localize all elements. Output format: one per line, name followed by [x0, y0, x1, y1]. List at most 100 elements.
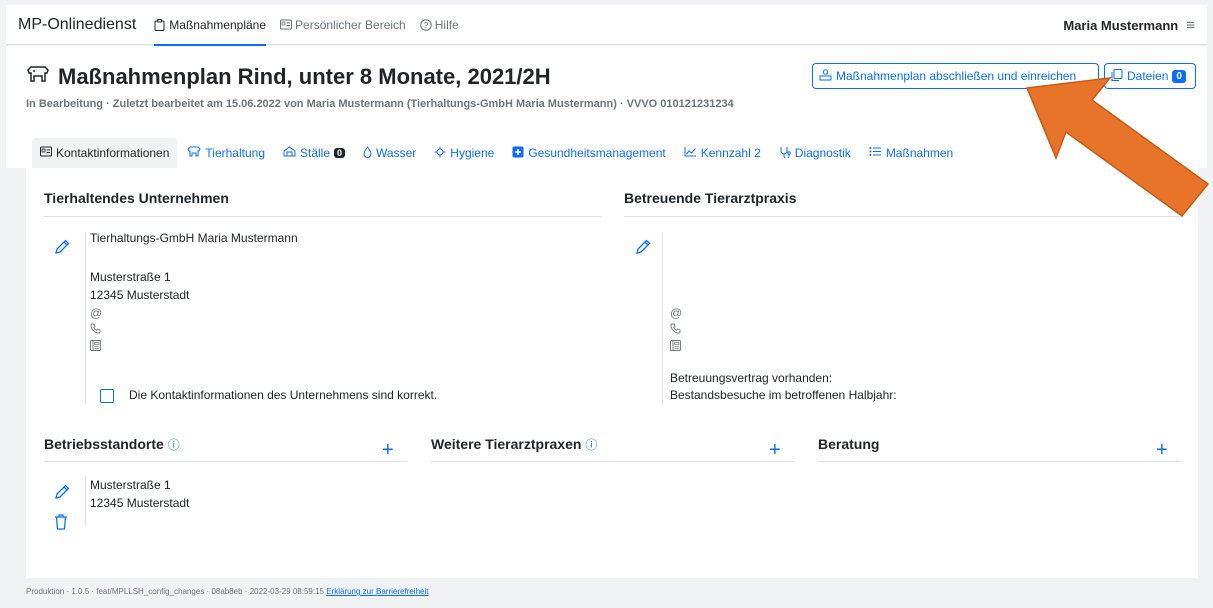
tab-gesundheitsmanagement[interactable]: Gesundheitsmanagement — [504, 138, 673, 168]
divider — [431, 461, 794, 462]
edit-site-icon[interactable] — [53, 483, 71, 501]
company-street: Musterstraße 1 — [90, 270, 171, 284]
nav-item-label: Maßnahmenpläne — [169, 17, 267, 32]
menu-icon[interactable]: ≡ — [1186, 17, 1195, 34]
vet-contract-label: Betreuungsvertrag vorhanden: — [670, 371, 833, 385]
tab-label: Wasser — [376, 146, 417, 160]
nav-item-label: Persönlicher Bereich — [295, 17, 406, 32]
tab-label: Hygiene — [450, 146, 495, 160]
other-vets-section-title: Weitere Tierarztpraxen ⓘ — [431, 436, 597, 453]
fax-icon — [670, 340, 681, 354]
section-tabs: Kontaktinformationen Tierhaltung Ställe … — [6, 138, 1207, 168]
contact-card: Tierhaltendes Unternehmen Tierhaltungs-G… — [26, 168, 1198, 578]
tab-tierhaltung[interactable]: Tierhaltung — [179, 138, 273, 168]
add-advice-button[interactable]: + — [1156, 440, 1168, 460]
tab-label: Kontaktinformationen — [56, 146, 170, 160]
tab-hygiene[interactable]: Hygiene — [426, 138, 502, 168]
files-button[interactable]: Dateien 0 — [1104, 63, 1196, 89]
site-street: Musterstraße 1 — [90, 478, 171, 492]
user-name: Maria Mustermann — [1063, 17, 1179, 33]
page-title: Maßnahmenplan Rind, unter 8 Monate, 2021… — [26, 64, 551, 90]
id-card-icon — [280, 19, 293, 31]
divider — [44, 461, 407, 462]
info-icon[interactable]: ⓘ — [168, 438, 180, 452]
tab-label: Ställe — [300, 146, 331, 160]
company-section-title: Tierhaltendes Unternehmen — [44, 190, 229, 206]
brand-name[interactable]: MP-Onlinedienst — [18, 16, 136, 34]
tab-label: Diagnostik — [794, 146, 851, 160]
tab-label: Kennzahl 2 — [700, 146, 761, 160]
delete-site-icon[interactable] — [53, 513, 71, 531]
page-subtitle: In Bearbeitung · Zuletzt bearbeitet am 1… — [26, 98, 734, 110]
edit-vet-icon[interactable] — [634, 238, 652, 256]
files-label: Dateien — [1127, 69, 1169, 83]
tab-massnahmen[interactable]: Maßnahmen — [861, 138, 961, 168]
submit-label: Maßnahmenplan abschließen und einreichen — [836, 69, 1077, 83]
user-menu[interactable]: Maria Mustermann ≡ — [1063, 5, 1195, 45]
tab-kennzahl-2[interactable]: Kennzahl 2 — [676, 138, 769, 168]
tab-label: Gesundheitsmanagement — [528, 146, 666, 160]
sites-title-text: Betriebsstandorte — [44, 436, 164, 452]
advice-section-title: Beratung — [818, 436, 880, 452]
page-footer: Produktion · 1.0.5 · feat/MPLLSH_config_… — [26, 587, 428, 596]
edit-company-icon[interactable] — [53, 238, 71, 256]
fax-icon — [90, 340, 101, 354]
sites-section-title: Betriebsstandorte ⓘ — [44, 436, 180, 453]
divider — [85, 232, 86, 404]
virus-icon — [434, 146, 446, 161]
page-header: Maßnahmenplan Rind, unter 8 Monate, 2021… — [6, 46, 1207, 138]
staelle-count-badge: 0 — [334, 148, 346, 158]
nav-item-label: Hilfe — [434, 17, 459, 32]
droplet-icon — [363, 145, 372, 161]
divider — [44, 216, 601, 217]
files-count-badge: 0 — [1172, 69, 1186, 83]
divider — [624, 216, 1184, 217]
nav-item-persoenlicher-bereich[interactable]: Persönlicher Bereich — [280, 5, 406, 45]
help-icon: ? — [419, 18, 432, 31]
nav-item-massnahmenplaene[interactable]: Maßnahmenpläne — [154, 5, 267, 46]
accessibility-link[interactable]: Erklärung zur Barrierefreiheit — [326, 587, 428, 596]
phone-icon — [670, 323, 681, 337]
info-icon[interactable]: ⓘ — [585, 438, 597, 452]
tab-wasser[interactable]: Wasser — [355, 138, 424, 168]
cow-icon — [26, 64, 50, 90]
barn-icon — [283, 146, 296, 160]
divider — [85, 476, 86, 526]
contact-correct-label: Die Kontaktinformationen des Unternehmen… — [129, 388, 438, 402]
cow-icon — [187, 146, 202, 160]
email-icon: @ — [670, 306, 683, 320]
phone-icon — [90, 323, 101, 337]
svg-text:?: ? — [424, 21, 429, 30]
contact-correct-checkbox[interactable] — [100, 389, 114, 403]
submit-icon — [819, 68, 832, 84]
list-icon — [869, 146, 882, 160]
build-info: Produktion · 1.0.5 · feat/MPLLSH_config_… — [26, 587, 324, 596]
vet-section-title: Betreuende Tierarztpraxis — [624, 190, 797, 206]
page-title-text: Maßnahmenplan Rind, unter 8 Monate, 2021… — [58, 64, 551, 89]
medical-icon — [512, 146, 524, 161]
company-city: 12345 Musterstadt — [90, 288, 190, 302]
submit-plan-button[interactable]: Maßnahmenplan abschließen und einreichen — [812, 63, 1099, 89]
other-vets-title-text: Weitere Tierarztpraxen — [431, 436, 582, 452]
id-card-icon — [40, 146, 52, 160]
tab-diagnostik[interactable]: Diagnostik — [771, 138, 859, 168]
clipboard-icon — [154, 18, 165, 31]
stethoscope-icon — [779, 146, 791, 161]
top-navbar: MP-Onlinedienst Maßnahmenpläne Persönlic… — [6, 5, 1207, 46]
divider — [818, 461, 1181, 462]
add-vet-button[interactable]: + — [769, 440, 781, 460]
email-icon: @ — [90, 306, 103, 320]
files-icon — [1111, 68, 1123, 84]
tab-label: Tierhaltung — [205, 146, 265, 160]
site-city: 12345 Musterstadt — [90, 496, 190, 510]
vet-visits-label: Bestandsbesuche im betroffenen Halbjahr: — [670, 388, 897, 402]
company-name: Tierhaltungs-GmbH Maria Mustermann — [90, 231, 298, 245]
tab-label: Maßnahmen — [885, 146, 954, 160]
nav-item-hilfe[interactable]: ? Hilfe — [419, 5, 459, 45]
tab-kontaktinformationen[interactable]: Kontaktinformationen — [32, 138, 178, 168]
divider — [662, 232, 663, 404]
main-nav: Maßnahmenpläne Persönlicher Bereich ? Hi… — [154, 5, 472, 46]
tab-staelle[interactable]: Ställe 0 — [275, 138, 353, 168]
add-site-button[interactable]: + — [382, 440, 394, 460]
chart-icon — [684, 146, 697, 160]
